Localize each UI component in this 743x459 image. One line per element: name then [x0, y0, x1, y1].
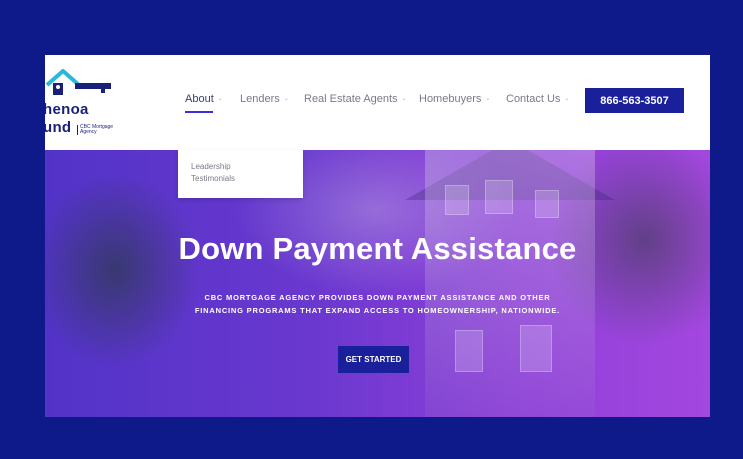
dropdown-item-leadership[interactable]: Leadership: [191, 162, 231, 171]
hero-section: Down Payment Assistance CBC MORTGAGE AGE…: [45, 150, 710, 417]
nav-real-estate-agents-label: Real Estate Agents: [304, 93, 398, 105]
nav-about-label: About: [185, 93, 214, 105]
logo-subtitle: CBC Mortgage Agency: [77, 125, 120, 135]
house-window: [535, 190, 559, 218]
chevron-down-icon: ⌄: [564, 96, 570, 102]
chevron-down-icon: ⌄: [217, 96, 223, 102]
hero-subtitle: CBC MORTGAGE AGENCY PROVIDES DOWN PAYMEN…: [45, 291, 710, 317]
house-window: [455, 330, 483, 372]
nav-homebuyers[interactable]: Homebuyers ⌄: [419, 93, 490, 105]
logo-text-line2: und: [45, 119, 72, 136]
nav-about[interactable]: About ⌄: [185, 93, 223, 113]
site-header: henoa und CBC Mortgage Agency About ⌄ Len…: [45, 55, 710, 150]
dropdown-item-testimonials[interactable]: Testimonials: [191, 174, 235, 183]
hero-title: Down Payment Assistance: [178, 231, 577, 266]
house-window: [520, 325, 552, 372]
hero-subtitle-line1: CBC MORTGAGE AGENCY PROVIDES DOWN PAYMEN…: [204, 293, 551, 302]
nav-contact-us[interactable]: Contact Us ⌄: [506, 93, 569, 105]
chevron-down-icon: ⌄: [401, 96, 407, 102]
nav-real-estate-agents[interactable]: Real Estate Agents ⌄: [304, 93, 407, 105]
nav-homebuyers-label: Homebuyers: [419, 93, 482, 105]
about-dropdown-menu: Leadership Testimonials: [178, 150, 303, 198]
phone-button[interactable]: 866-563-3507: [585, 88, 684, 113]
chevron-down-icon: ⌄: [485, 96, 491, 102]
nav-lenders[interactable]: Lenders ⌄: [240, 93, 289, 105]
hero-subtitle-line2: FINANCING PROGRAMS THAT EXPAND ACCESS TO…: [194, 306, 561, 315]
site-logo[interactable]: henoa und CBC Mortgage Agency: [45, 67, 135, 137]
get-started-button[interactable]: GET STARTED: [338, 346, 409, 373]
nav-contact-us-label: Contact Us: [506, 93, 561, 105]
house-key-icon: [45, 69, 111, 95]
house-window: [445, 185, 469, 215]
active-underline: [185, 111, 213, 113]
logo-text-line1: henoa: [45, 101, 89, 118]
website-frame: henoa und CBC Mortgage Agency About ⌄ Len…: [45, 55, 710, 417]
house-background: [425, 150, 595, 417]
nav-lenders-label: Lenders: [240, 93, 280, 105]
chevron-down-icon: ⌄: [283, 96, 289, 102]
house-window: [485, 180, 513, 214]
